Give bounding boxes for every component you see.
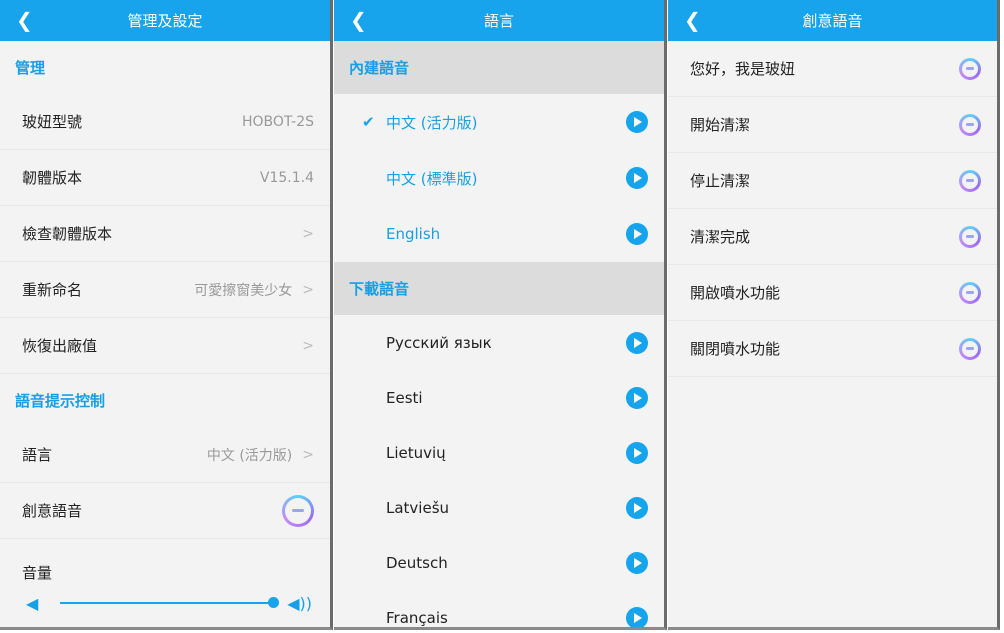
volume-high-icon: ◀)) (287, 593, 312, 613)
back-icon[interactable]: ❮ (16, 8, 33, 32)
language-label: Deutsch (386, 553, 448, 572)
chevron-right-icon: > (302, 337, 314, 354)
section-download: 下載語音 (334, 262, 664, 315)
row-model: 玻妞型號 HOBOT-2S (0, 94, 330, 150)
creative-voice-icon[interactable] (959, 225, 981, 248)
back-icon[interactable]: ❮ (684, 8, 701, 32)
header: ❮ 創意語音 (668, 0, 997, 41)
language-option[interactable]: English (334, 206, 664, 262)
row-label: 音量 (22, 564, 53, 582)
chevron-right-icon: > (302, 281, 314, 298)
play-icon[interactable] (626, 111, 648, 133)
language-option[interactable]: 中文 (標準版) (334, 150, 664, 206)
language-option[interactable]: Eesti (334, 370, 664, 425)
creative-voice-item[interactable]: 您好，我是玻妞 (668, 41, 997, 97)
settings-screen: ❮ 管理及設定 管理 玻妞型號 HOBOT-2S 韌體版本 V15.1.4 檢查韌體… (0, 0, 333, 630)
row-value: HOBOT-2S (241, 113, 314, 130)
row-label: 語言 (22, 446, 53, 464)
language-option[interactable]: Latviešu (334, 480, 664, 535)
row-factory-reset[interactable]: 恢復出廠值 > (0, 318, 330, 374)
section-manage: 管理 (15, 59, 46, 77)
language-option[interactable]: Français (334, 590, 664, 627)
row-firmware: 韌體版本 V15.1.4 (0, 150, 330, 206)
volume-track[interactable] (60, 597, 280, 608)
creative-voice-item[interactable]: 開始清潔 (668, 97, 997, 153)
header: ❮ 語言 (334, 0, 664, 41)
row-label: 重新命名 (22, 281, 83, 299)
language-option[interactable]: Deutsch (334, 535, 664, 590)
play-icon[interactable] (626, 167, 648, 189)
creative-voice-icon[interactable] (959, 281, 981, 304)
header: ❮ 管理及設定 (0, 0, 330, 41)
language-label: Русский язык (386, 333, 492, 352)
creative-voice-icon[interactable] (959, 337, 981, 360)
back-icon[interactable]: ❮ (350, 8, 367, 32)
row-creative-voice[interactable]: 創意語音 (0, 483, 330, 539)
row-label: 玻妞型號 (22, 113, 83, 131)
volume-knob[interactable] (268, 597, 280, 608)
play-icon[interactable] (626, 331, 648, 354)
row-label: 韌體版本 (22, 169, 83, 187)
row-value: 中文 (活力版) (206, 447, 293, 464)
volume-slider[interactable]: ◀ ◀)) (0, 583, 330, 623)
page-title: 創意語音 (802, 12, 863, 30)
section-voice: 語音提示控制 (15, 392, 106, 410)
play-icon[interactable] (626, 441, 648, 464)
play-icon[interactable] (626, 496, 648, 519)
row-check-firmware[interactable]: 檢查韌體版本 > (0, 206, 330, 262)
volume-low-icon: ◀ (26, 593, 39, 613)
language-label: English (386, 225, 441, 243)
chevron-right-icon: > (302, 225, 314, 242)
item-label: 清潔完成 (690, 228, 751, 246)
creative-voice-icon[interactable] (959, 57, 981, 80)
language-label: Eesti (386, 388, 423, 407)
row-label: 創意語音 (22, 502, 83, 520)
item-label: 關閉噴水功能 (690, 340, 781, 358)
chevron-right-icon: > (302, 446, 314, 463)
language-label: Français (386, 608, 448, 627)
check-icon: ✔ (362, 113, 375, 131)
item-label: 開始清潔 (690, 116, 751, 134)
row-language[interactable]: 語言 中文 (活力版) > (0, 427, 330, 483)
language-option[interactable]: ✔ 中文 (活力版) (334, 94, 664, 150)
language-option[interactable]: Lietuvių (334, 425, 664, 480)
creative-voice-icon[interactable] (959, 169, 981, 192)
creative-voice-icon[interactable] (282, 494, 314, 527)
item-label: 停止清潔 (690, 172, 751, 190)
play-icon[interactable] (626, 223, 648, 245)
creative-voice-screen: ❮ 創意語音 您好，我是玻妞 開始清潔停止清潔清潔完成開啟噴水功能 關閉噴水功能 (668, 0, 1000, 630)
row-volume: 音量 (0, 539, 330, 583)
item-label: 您好，我是玻妞 (690, 60, 796, 78)
row-label: 檢查韌體版本 (22, 225, 113, 243)
item-label: 開啟噴水功能 (690, 284, 781, 302)
creative-voice-item[interactable]: 開啟噴水功能 (668, 265, 997, 321)
section-builtin: 內建語音 (334, 41, 664, 94)
row-value: 可愛擦窗美少女 (194, 282, 293, 299)
language-screen: ❮ 語言 內建語音 ✔ 中文 (活力版) 中文 (標準版) English 下載語音 … (334, 0, 667, 630)
language-label: 中文 (活力版) (386, 113, 478, 132)
row-label: 恢復出廠值 (22, 337, 98, 355)
play-icon[interactable] (626, 606, 648, 627)
creative-voice-item[interactable]: 清潔完成 (668, 209, 997, 265)
language-label: 中文 (標準版) (386, 169, 478, 188)
creative-voice-icon[interactable] (959, 113, 981, 136)
page-title: 管理及設定 (127, 12, 203, 30)
row-rename[interactable]: 重新命名 可愛擦窗美少女 > (0, 262, 330, 318)
creative-voice-item[interactable]: 關閉噴水功能 (668, 321, 997, 377)
language-label: Lietuvių (386, 443, 446, 462)
play-icon[interactable] (626, 551, 648, 574)
page-title: 語言 (483, 12, 514, 30)
play-icon[interactable] (626, 386, 648, 409)
language-option[interactable]: Русский язык (334, 315, 664, 370)
row-value: V15.1.4 (259, 169, 314, 186)
creative-voice-item[interactable]: 停止清潔 (668, 153, 997, 209)
language-label: Latviešu (386, 498, 450, 517)
